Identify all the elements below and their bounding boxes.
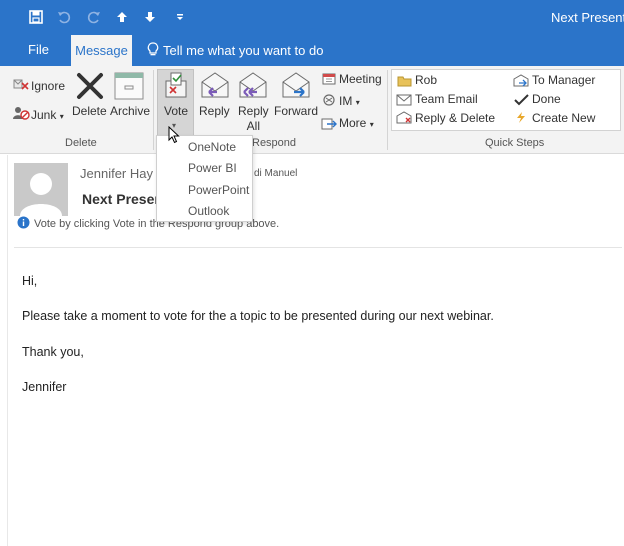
checkmark-icon — [514, 93, 529, 111]
vote-icon — [162, 71, 190, 104]
im-icon — [321, 93, 337, 112]
sender-name: Jennifer Hay — [80, 166, 153, 181]
vote-option-onenote[interactable]: OneNote — [188, 140, 236, 154]
vote-label: Vote — [164, 104, 189, 118]
more-button[interactable]: More ▾ — [339, 116, 374, 130]
lightbulb-icon — [147, 42, 159, 59]
mouse-cursor-icon — [168, 125, 180, 149]
quick-step-done[interactable]: Done — [532, 92, 561, 106]
reply-button[interactable]: Reply — [199, 104, 230, 118]
junk-label: Junk — [31, 108, 57, 122]
customize-toolbar-icon[interactable] — [172, 9, 188, 25]
body-signature: Jennifer — [22, 380, 67, 394]
message-subject: Next Presen — [82, 191, 163, 207]
junk-button[interactable]: Junk ▾ — [31, 108, 64, 122]
body-closing: Thank you, — [22, 345, 84, 359]
tell-me-label: Tell me what you want to do — [163, 43, 324, 58]
archive-icon — [114, 72, 144, 105]
delete-icon — [76, 72, 104, 105]
window-title: Next Presentation — [551, 10, 624, 25]
reply-all-button[interactable]: Reply All — [238, 104, 269, 134]
more-label: More — [339, 116, 367, 130]
reply-icon — [199, 70, 231, 105]
tell-me-search[interactable]: Tell me what you want to do — [147, 42, 323, 59]
undo-icon[interactable] — [56, 9, 72, 25]
folder-icon — [397, 74, 412, 92]
lightning-icon — [515, 111, 527, 129]
tab-file[interactable]: File — [28, 42, 49, 57]
im-label: IM — [339, 94, 353, 108]
quick-step-to-manager[interactable]: To Manager — [532, 73, 595, 87]
recipient-name: di Manuel — [254, 168, 298, 179]
reply-all-icon — [237, 70, 269, 105]
ribbon: Ignore Junk ▾ Delete Archive Delete Vote… — [0, 66, 624, 154]
more-icon — [321, 117, 337, 136]
im-button[interactable]: IM ▾ — [339, 94, 360, 108]
group-separator — [387, 70, 388, 150]
vote-option-powerpoint[interactable]: PowerPoint — [188, 183, 249, 197]
ribbon-tab-bar: File Message Tell me what you want to do — [0, 34, 624, 66]
junk-icon — [12, 106, 30, 125]
chevron-down-icon: ▾ — [369, 120, 374, 129]
team-email-icon — [396, 93, 412, 111]
delete-button[interactable]: Delete — [72, 104, 107, 118]
avatar — [14, 163, 68, 216]
header-divider — [14, 247, 622, 248]
reply-delete-icon — [396, 111, 412, 129]
quick-steps-group-label: Quick Steps — [485, 137, 545, 149]
chevron-down-icon: ▾ — [59, 112, 64, 121]
info-icon — [17, 216, 30, 232]
ignore-icon — [13, 77, 29, 96]
vote-option-outlook[interactable]: Outlook — [188, 204, 229, 218]
forward-button[interactable]: Forward — [274, 104, 318, 118]
tab-message[interactable]: Message — [71, 35, 132, 66]
meeting-button[interactable]: Meeting — [339, 72, 382, 86]
forward-icon — [280, 70, 312, 105]
outlook-message-window: Next Presentation File Message Tell me w… — [0, 0, 624, 546]
delete-group-label: Delete — [65, 137, 97, 149]
body-greeting: Hi, — [22, 274, 38, 288]
respond-group-label: Respond — [252, 137, 297, 149]
chevron-down-icon: ▾ — [355, 98, 360, 107]
title-bar: Next Presentation — [0, 0, 624, 34]
arrow-down-icon[interactable] — [142, 9, 158, 25]
archive-button[interactable]: Archive — [110, 104, 150, 118]
to-manager-icon — [513, 74, 529, 92]
reply-all-label-1: Reply — [238, 104, 269, 118]
vote-option-power-bi[interactable]: Power BI — [188, 161, 237, 175]
quick-step-team-email[interactable]: Team Email — [415, 92, 478, 106]
meeting-icon — [322, 72, 336, 90]
redo-icon[interactable] — [86, 9, 102, 25]
arrow-up-icon[interactable] — [114, 9, 130, 25]
save-icon[interactable] — [28, 9, 44, 25]
pane-border — [7, 155, 8, 546]
quick-step-reply-delete[interactable]: Reply & Delete — [415, 111, 495, 125]
body-paragraph: Please take a moment to vote for the a t… — [22, 309, 494, 323]
ignore-button[interactable]: Ignore — [31, 79, 65, 93]
reply-all-label-2: All — [246, 119, 261, 133]
group-separator — [153, 70, 154, 150]
quick-step-create-new[interactable]: Create New — [532, 111, 595, 125]
quick-step-rob[interactable]: Rob — [415, 73, 437, 87]
